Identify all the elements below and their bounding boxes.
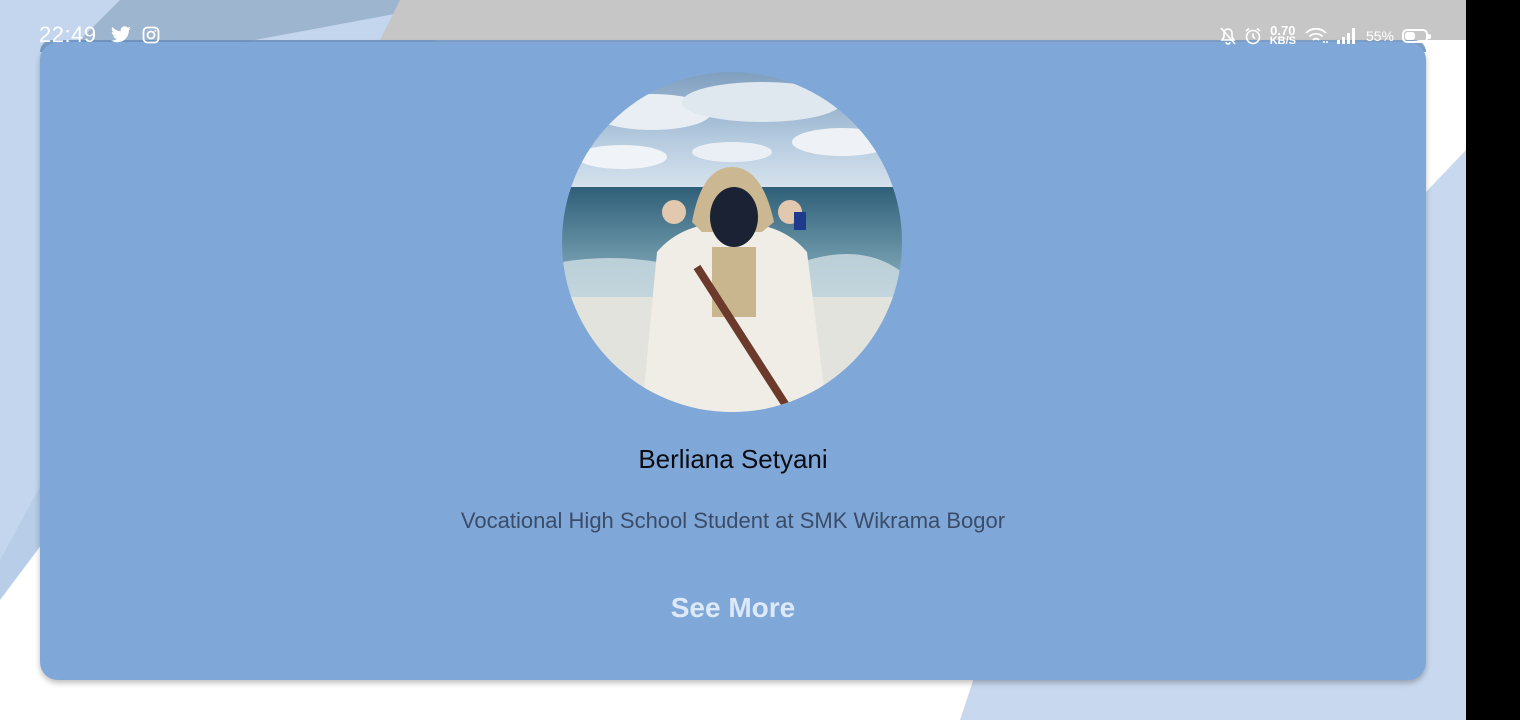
profile-name: Berliana Setyani — [638, 444, 828, 474]
system-status-icons: 0.70 KB/S 55% — [1220, 24, 1431, 47]
navigation-bar-area — [1466, 0, 1520, 720]
battery-icon — [1402, 29, 1431, 43]
status-time: 22:49 — [39, 22, 97, 47]
alarm-icon — [1245, 27, 1261, 45]
net-speed: 0.70 KB/S — [1269, 24, 1296, 47]
bell-off-icon — [1220, 27, 1236, 45]
screen: Berliana Setyani Vocational High School … — [0, 0, 1466, 720]
wifi-icon — [1305, 27, 1328, 43]
signal-icon — [1336, 28, 1355, 44]
profile-subtitle: Vocational High School Student at SMK Wi… — [460, 508, 1006, 533]
avatar-photo — [562, 72, 902, 412]
instagram-icon — [142, 26, 160, 44]
net-speed-unit: KB/S — [1269, 35, 1296, 47]
battery-fill — [1405, 32, 1415, 40]
notification-icons — [110, 26, 160, 44]
battery-percent: 55% — [1365, 28, 1394, 44]
twitter-icon — [111, 26, 131, 43]
status-bar: 22:49 0.70 KB/S 55% — [0, 0, 1466, 52]
profile-card: Berliana Setyani Vocational High School … — [40, 42, 1426, 680]
see-more-button[interactable]: See More — [633, 585, 833, 631]
avatar — [562, 72, 902, 412]
